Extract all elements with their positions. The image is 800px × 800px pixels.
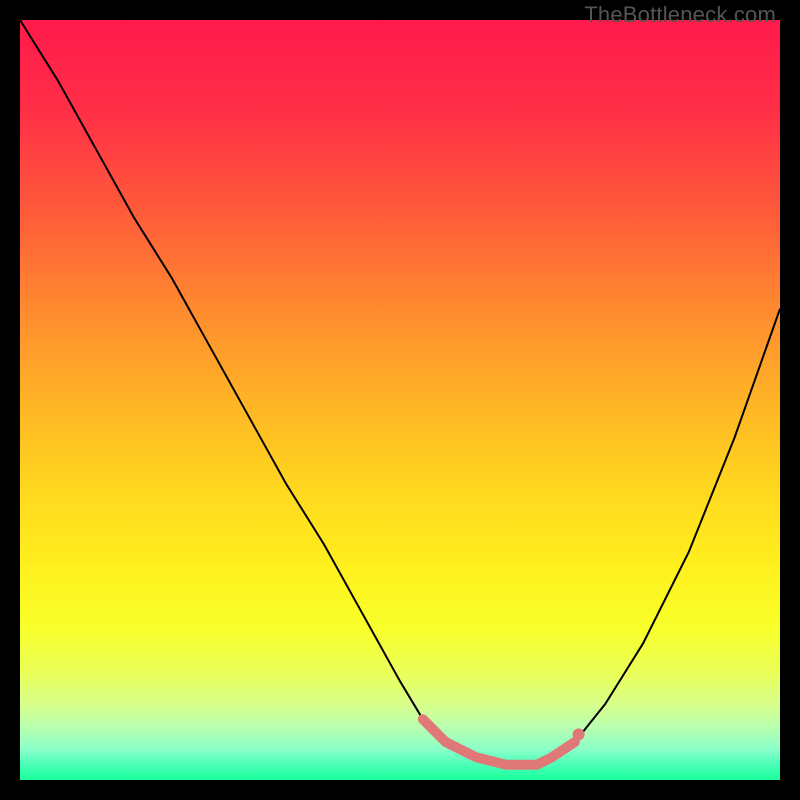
bottleneck-curve	[20, 20, 780, 765]
watermark-text: TheBottleneck.com	[584, 2, 776, 28]
chart-curve-layer	[20, 20, 780, 780]
marker-end-dot	[573, 728, 585, 740]
chart-frame	[20, 20, 780, 780]
flat-region-marker	[423, 719, 575, 765]
